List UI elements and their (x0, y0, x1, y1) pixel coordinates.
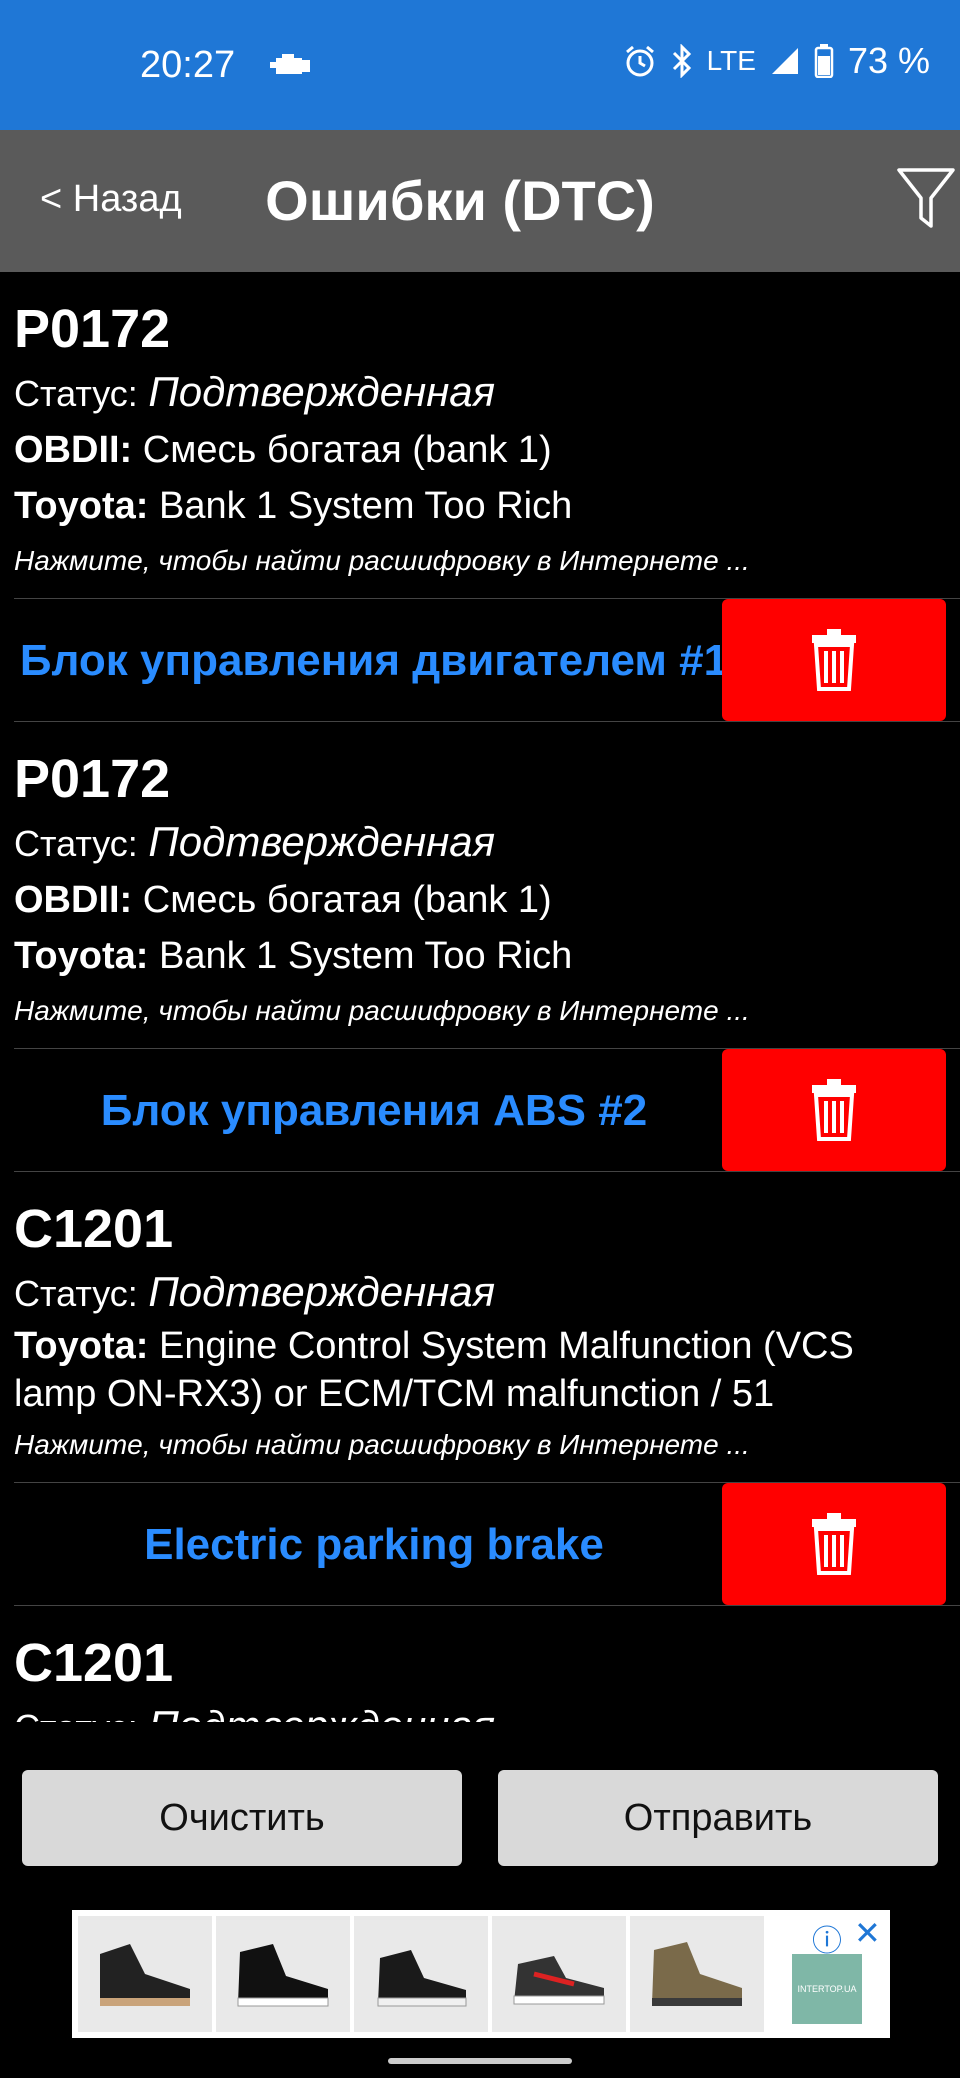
send-button[interactable]: Отправить (498, 1770, 938, 1866)
engine-icon (270, 54, 310, 74)
ad-product-image[interactable] (354, 1916, 488, 2032)
dtc-status: Статус: Подтвержденная (14, 1264, 946, 1322)
obd-label: OBDII: (14, 879, 133, 921)
dtc-code: C1201 (14, 1633, 174, 1693)
control-unit-row: Electric parking brake (14, 1482, 960, 1606)
control-unit-row: Блок управления двигателем #1 (14, 598, 960, 722)
dtc-code: P0172 (14, 299, 171, 359)
ad-close-icon[interactable]: ✕ (854, 1914, 881, 1952)
dtc-list[interactable]: P0172 Статус: Подтвержденная OBDII: Смес… (0, 272, 960, 1722)
maker-label: Toyota: (14, 935, 149, 977)
search-online-link[interactable]: Нажмите, чтобы найти расшифровку в Интер… (14, 984, 946, 1038)
control-unit-name: Блок управления двигателем #1 (19, 636, 729, 685)
shoe-icon (237, 1944, 329, 2007)
trash-icon (812, 629, 856, 691)
clock: 20:27 (140, 44, 236, 86)
status-value: Подтвержденная (148, 1268, 496, 1315)
dtc-entry[interactable]: C1201 Статус: Подтвержденная (0, 1606, 960, 1722)
maker-text: Bank 1 System Too Rich (158, 485, 573, 527)
ad-banner[interactable]: INTERTOP.UA ⓘ ✕ (72, 1910, 890, 2038)
page-title: Ошибки (DTC) (265, 169, 655, 232)
maker-label: Toyota: (14, 485, 149, 527)
status-label: Статус: (14, 1273, 138, 1314)
control-unit-name: Блок управления ABS #2 (100, 1086, 648, 1135)
ad-info-icon[interactable]: ⓘ (812, 1916, 842, 1960)
maker-label: Toyota: (14, 1325, 149, 1367)
status-label: Статус: (14, 823, 138, 864)
maker-description: Toyota: Bank 1 System Too Rich (14, 928, 946, 984)
status-bar: 20:27 LTE 73 % (0, 0, 960, 130)
action-bar: Очистить Отправить (0, 1770, 960, 1866)
obd-description: OBDII: Смесь богатая (bank 1) (14, 422, 946, 478)
trash-icon (812, 1079, 856, 1141)
ad-brand-logo: INTERTOP.UA (792, 1954, 862, 2024)
dtc-entry[interactable]: C1201 Статус: Подтвержденная Toyota: Eng… (0, 1172, 960, 1472)
home-indicator[interactable] (388, 2058, 572, 2064)
status-label: Статус: (14, 373, 138, 414)
ad-product-image[interactable] (216, 1916, 350, 2032)
shoe-icon (652, 1942, 742, 2006)
trash-icon (812, 1513, 856, 1575)
status-value: Подтвержденная (148, 818, 496, 865)
obd-text: Смесь богатая (bank 1) (142, 429, 552, 471)
bluetooth-icon (672, 44, 691, 78)
clear-button[interactable]: Очистить (22, 1770, 462, 1866)
status-value: Подтвержденная (148, 1702, 495, 1722)
battery-level: 73 % (847, 40, 930, 81)
signal-icon (771, 48, 798, 74)
app-header: < Назад Ошибки (DTC) (0, 130, 960, 272)
dtc-code: C1201 (14, 1199, 174, 1259)
obd-text: Смесь богатая (bank 1) (142, 879, 552, 921)
network-type: LTE (706, 45, 756, 76)
delete-button[interactable] (722, 1483, 946, 1605)
shoe-icon (100, 1944, 190, 2006)
control-unit-row: Блок управления ABS #2 (14, 1048, 960, 1172)
maker-text: Bank 1 System Too Rich (158, 935, 573, 977)
battery-icon (814, 44, 834, 78)
shoe-icon (513, 1956, 605, 2005)
maker-description: Toyota: Engine Control System Malfunctio… (14, 1322, 946, 1418)
ad-product-image[interactable] (630, 1916, 764, 2032)
search-online-link[interactable]: Нажмите, чтобы найти расшифровку в Интер… (14, 1418, 946, 1472)
shoe-icon (377, 1950, 467, 2007)
status-value: Подтвержденная (148, 368, 496, 415)
ad-product-image[interactable] (78, 1916, 212, 2032)
dtc-entry[interactable]: P0172 Статус: Подтвержденная OBDII: Смес… (0, 722, 960, 1038)
maker-description: Toyota: Bank 1 System Too Rich (14, 478, 946, 534)
delete-button[interactable] (722, 599, 946, 721)
dtc-status: Статус: Подтвержденная (14, 1698, 946, 1722)
alarm-icon (625, 45, 654, 77)
delete-button[interactable] (722, 1049, 946, 1171)
status-label: Статус: (14, 1707, 138, 1722)
obd-description: OBDII: Смесь богатая (bank 1) (14, 872, 946, 928)
obd-label: OBDII: (14, 429, 133, 471)
dtc-status: Статус: Подтвержденная (14, 814, 946, 872)
filter-icon[interactable] (896, 166, 956, 232)
ad-product-image[interactable] (492, 1916, 626, 2032)
dtc-entry[interactable]: P0172 Статус: Подтвержденная OBDII: Смес… (0, 272, 960, 588)
control-unit-name: Electric parking brake (144, 1520, 604, 1569)
dtc-status: Статус: Подтвержденная (14, 364, 946, 422)
search-online-link[interactable]: Нажмите, чтобы найти расшифровку в Интер… (14, 534, 946, 588)
dtc-code: P0172 (14, 749, 171, 809)
